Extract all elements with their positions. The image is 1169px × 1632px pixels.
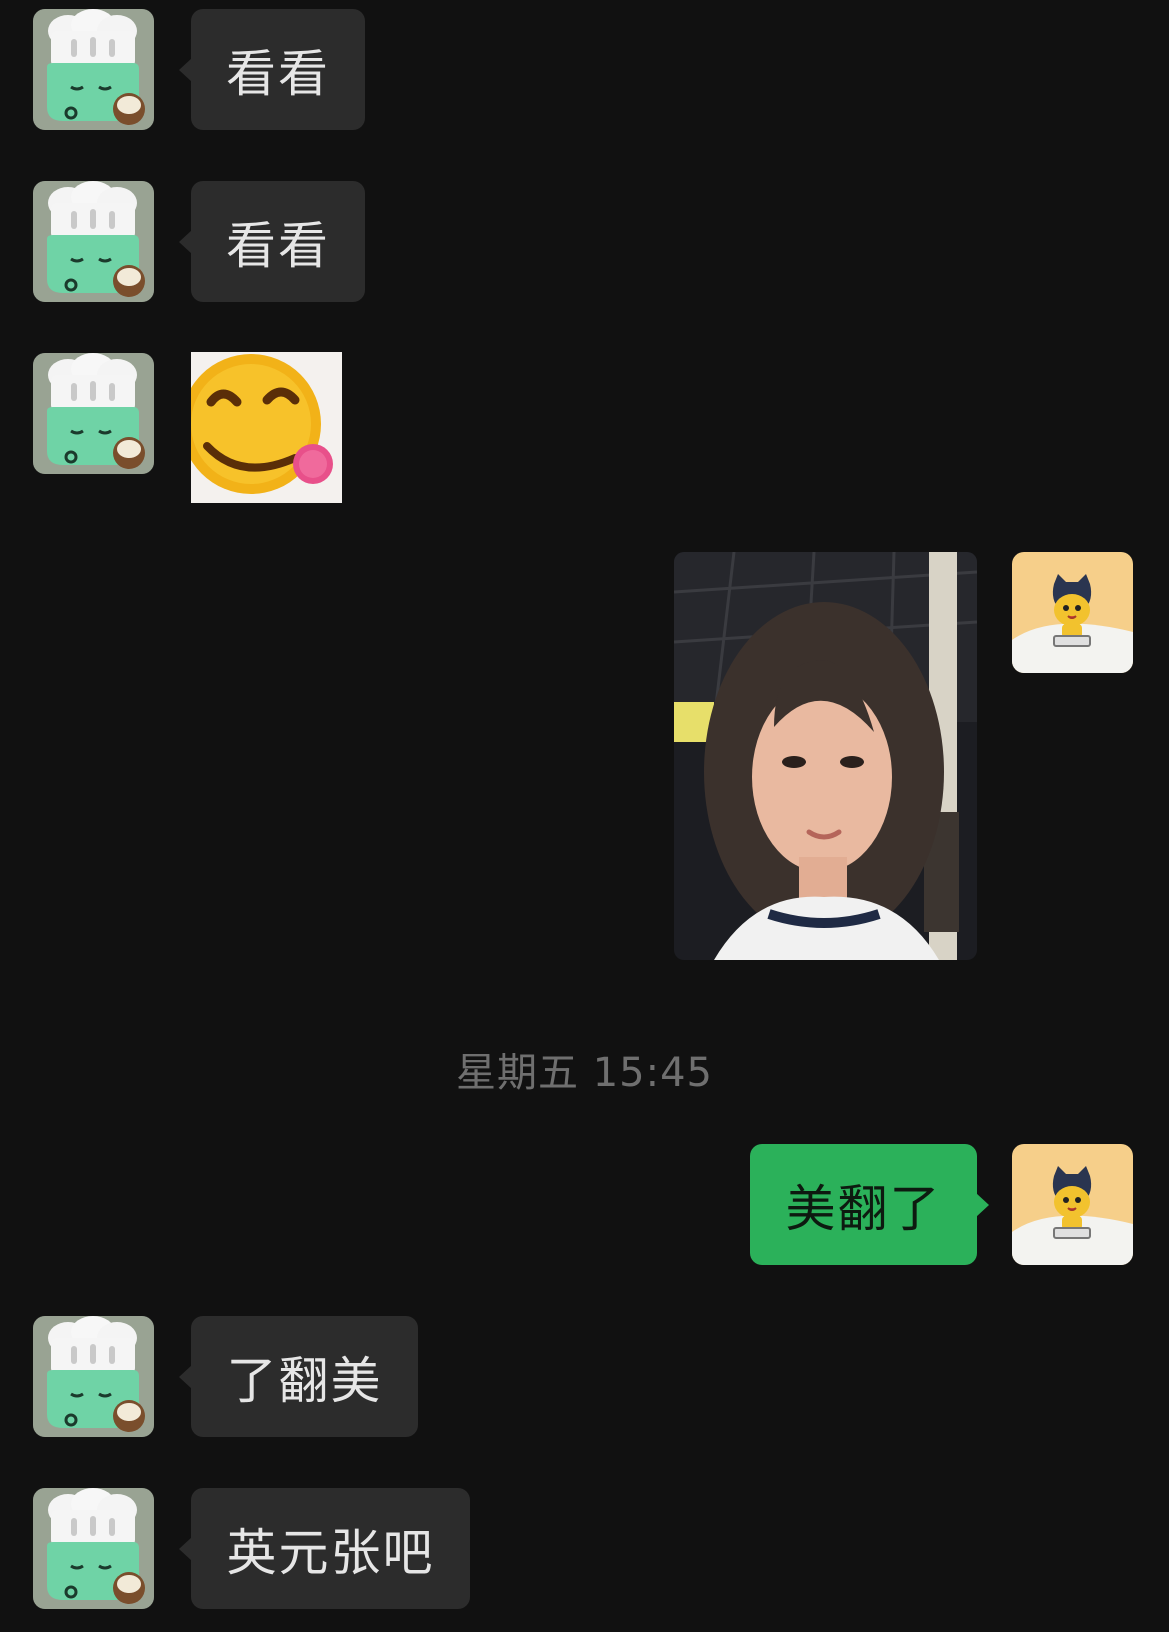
yellow-cartoon-avatar-icon [1012,1144,1133,1265]
selfie-photo-icon [674,552,977,960]
chef-hat-cartoon-avatar-icon [33,1316,154,1437]
outgoing-message-bubble[interactable]: 美翻了 [750,1144,989,1265]
message-timestamp: 星期五 15:45 [456,1050,713,1096]
message-text: 了翻美 [226,1351,383,1410]
yellow-cartoon-avatar-icon [1012,552,1133,673]
chef-hat-cartoon-avatar-icon [33,9,154,130]
contact-avatar[interactable] [33,1488,154,1609]
message-text: 英元张吧 [226,1523,435,1582]
incoming-message-bubble[interactable]: 了翻美 [179,1316,418,1437]
contact-avatar[interactable] [33,9,154,130]
chef-hat-cartoon-avatar-icon [33,1488,154,1609]
user-avatar[interactable] [1012,552,1133,673]
chef-hat-cartoon-avatar-icon [33,181,154,302]
user-avatar[interactable] [1012,1144,1133,1265]
image-message[interactable] [674,552,977,960]
message-text: 看看 [226,44,330,103]
chef-hat-cartoon-avatar-icon [33,353,154,474]
chat-history: 看看 看看 星期五 15:45 美翻了 了翻美 英元张吧 [0,0,1169,1632]
smiling-face-sticker-icon [191,352,342,503]
incoming-message-bubble[interactable]: 英元张吧 [179,1488,470,1609]
contact-avatar[interactable] [33,181,154,302]
message-text: 美翻了 [785,1179,942,1238]
message-text: 看看 [226,216,330,275]
incoming-message-bubble[interactable]: 看看 [179,9,365,130]
incoming-message-bubble[interactable]: 看看 [179,181,365,302]
sticker-message[interactable] [191,352,342,503]
contact-avatar[interactable] [33,353,154,474]
contact-avatar[interactable] [33,1316,154,1437]
